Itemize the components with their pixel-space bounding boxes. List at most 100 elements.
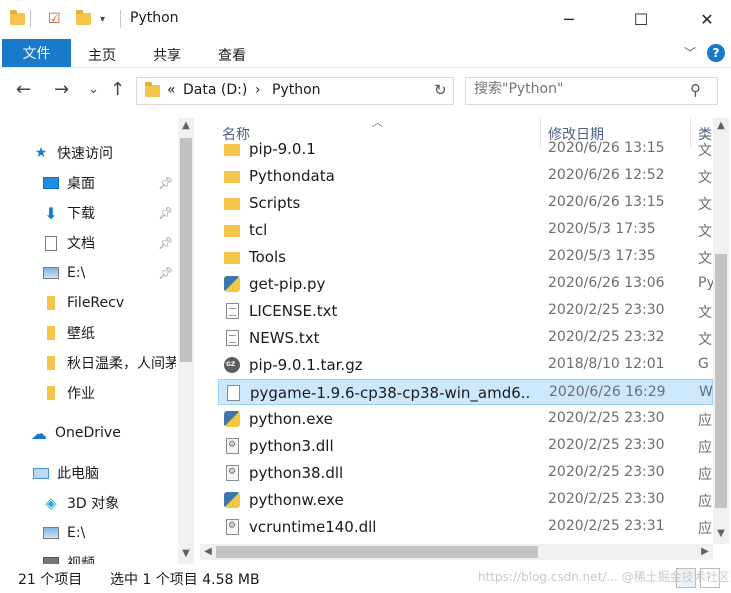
sidebar-item-homework[interactable]: 作业 — [42, 380, 95, 406]
archive-icon — [224, 357, 240, 373]
file-list-scrollbar[interactable]: ▲ ▼ — [713, 118, 729, 544]
scrollbar-thumb[interactable] — [216, 546, 538, 558]
breadcrumb-separator[interactable]: › — [255, 82, 261, 98]
address-overflow[interactable]: « — [167, 82, 176, 98]
file-name: get-pip.py — [249, 275, 326, 293]
search-input[interactable] — [474, 81, 674, 97]
file-row[interactable]: get-pip.py 2020/6/26 13:06 Py — [218, 271, 713, 297]
text-file-icon — [226, 330, 239, 346]
file-row[interactable]: Tools 2020/5/3 17:35 文 — [218, 244, 713, 270]
file-row[interactable]: python3.dll 2020/2/25 23:30 应 — [218, 433, 713, 459]
file-icon — [227, 385, 240, 401]
file-date: 2020/2/25 23:30 — [548, 410, 665, 426]
search-box[interactable]: ⚲ — [465, 77, 718, 105]
breadcrumb-python[interactable]: Python — [272, 82, 321, 98]
file-type: 文 — [698, 224, 712, 240]
file-type: 文 — [698, 305, 712, 321]
file-row[interactable]: python.exe 2020/2/25 23:30 应 — [218, 406, 713, 432]
file-name: NEWS.txt — [249, 329, 320, 347]
file-list-horizontal-scrollbar[interactable]: ◀ ▶ — [200, 544, 713, 560]
scroll-right-icon[interactable]: ▶ — [697, 546, 713, 557]
tab-file[interactable]: 文件 — [2, 39, 71, 67]
sidebar-item-pc-drive-e[interactable]: E:\ — [42, 520, 85, 546]
file-row[interactable]: pythonw.exe 2020/2/25 23:30 应 — [218, 487, 713, 513]
recent-locations-button[interactable]: ⌄ — [88, 82, 99, 97]
refresh-button[interactable]: ↻ — [434, 81, 447, 99]
file-name: Scripts — [249, 194, 301, 212]
scroll-down-icon[interactable]: ▼ — [178, 548, 194, 559]
file-row[interactable]: python38.dll 2020/2/25 23:30 应 — [218, 460, 713, 486]
back-button[interactable]: ← — [16, 79, 31, 100]
sidebar-item-onedrive[interactable]: ☁ OneDrive — [30, 420, 121, 446]
customize-quick-access-icon[interactable]: ▾ — [100, 9, 105, 29]
title-bar: ☑ ▾ Python ─ ☐ ✕ — [0, 0, 731, 38]
file-row[interactable]: pip-9.0.1 2020/6/26 13:15 文 — [218, 136, 713, 162]
file-row[interactable]: vcruntime140.dll 2020/2/25 23:31 应 — [218, 514, 713, 540]
help-button[interactable]: ? — [707, 44, 725, 62]
scroll-up-icon[interactable]: ▲ — [713, 120, 729, 131]
new-folder-icon[interactable] — [76, 9, 91, 29]
file-row[interactable]: pip-9.0.1.tar.gz 2018/8/10 12:01 G — [218, 352, 713, 378]
sidebar-item-autumn-folder[interactable]: 秋日温柔，人间茅 — [42, 350, 176, 376]
file-row[interactable]: Scripts 2020/6/26 13:15 文 — [218, 190, 713, 216]
scrollbar-thumb[interactable] — [180, 138, 192, 362]
folder-icon — [224, 171, 240, 183]
file-name: python38.dll — [249, 464, 344, 482]
sidebar-item-label: 此电脑 — [57, 466, 99, 482]
sidebar-item-3d-objects[interactable]: ◈ 3D 对象 — [42, 490, 119, 516]
minimize-button[interactable]: ─ — [546, 0, 592, 38]
scrollbar-thumb[interactable] — [715, 254, 727, 508]
sidebar-item-label: 桌面 — [67, 176, 95, 192]
sidebar-item-documents[interactable]: 文档 — [42, 230, 95, 256]
text-file-icon — [226, 303, 239, 319]
close-button[interactable]: ✕ — [684, 0, 730, 38]
navigation-pane: ★ 快速访问 桌面 📌︎ ⬇ 下载 📌︎ 文档 📌︎ E:\ 📌︎ FileRe… — [0, 116, 196, 566]
breadcrumb-data-drive[interactable]: Data (D:) — [183, 82, 247, 98]
scroll-up-icon[interactable]: ▲ — [178, 120, 194, 131]
search-icon[interactable]: ⚲ — [690, 81, 701, 99]
file-row[interactable]: LICENSE.txt 2020/2/25 23:30 文 — [218, 298, 713, 324]
maximize-button[interactable]: ☐ — [618, 0, 664, 38]
scroll-left-icon[interactable]: ◀ — [200, 546, 216, 557]
expand-ribbon-chevron-icon[interactable]: ﹀ — [684, 44, 696, 61]
file-date: 2020/6/26 16:29 — [549, 384, 666, 400]
file-type: 文 — [698, 170, 712, 186]
cloud-icon: ☁ — [31, 423, 47, 443]
pin-icon[interactable]: 📌︎ — [158, 236, 173, 250]
tab-share[interactable]: 共享 — [153, 45, 181, 65]
file-row[interactable]: NEWS.txt 2020/2/25 23:32 文 — [218, 325, 713, 351]
scroll-down-icon[interactable]: ▼ — [713, 528, 729, 539]
item-count: 21 个项目 — [18, 572, 83, 588]
sidebar-item-drive-e[interactable]: E:\ — [42, 260, 85, 286]
file-row[interactable]: Pythondata 2020/6/26 12:52 文 — [218, 163, 713, 189]
pin-icon[interactable]: 📌︎ — [158, 176, 173, 190]
file-row[interactable]: tcl 2020/5/3 17:35 文 — [218, 217, 713, 243]
sidebar-item-desktop[interactable]: 桌面 — [42, 170, 95, 196]
sidebar-item-filerecv[interactable]: FileRecv — [42, 290, 124, 316]
file-row[interactable]: pygame-1.9.6-cp38-cp38-win_amd6... 2020/6… — [218, 379, 713, 405]
sidebar-item-downloads[interactable]: ⬇ 下载 — [42, 200, 95, 226]
up-button[interactable]: ↑ — [110, 79, 125, 100]
properties-icon[interactable]: ☑ — [48, 9, 61, 29]
navigation-bar: ← → ⌄ ↑ « Data (D:) › Python ⌄ ↻ ⚲ — [0, 68, 731, 114]
file-type: 应 — [698, 467, 712, 483]
download-icon: ⬇ — [44, 203, 58, 223]
file-name: pip-9.0.1 — [249, 140, 316, 158]
file-date: 2018/8/10 12:01 — [548, 356, 665, 372]
tab-home[interactable]: 主页 — [88, 45, 116, 65]
forward-button[interactable]: → — [54, 79, 69, 100]
sidebar-scrollbar[interactable]: ▲ ▼ — [178, 118, 194, 564]
sidebar-item-this-pc[interactable]: 此电脑 — [32, 460, 99, 486]
python-file-icon — [224, 276, 240, 292]
sidebar-item-wallpaper[interactable]: 壁纸 — [42, 320, 95, 346]
address-bar[interactable]: « Data (D:) › Python ⌄ — [136, 77, 553, 105]
folder-icon — [42, 385, 60, 401]
pin-icon[interactable]: 📌︎ — [158, 266, 173, 280]
file-type: 文 — [698, 197, 712, 213]
file-name: pythonw.exe — [249, 491, 344, 509]
file-date: 2020/2/25 23:31 — [548, 518, 665, 534]
sidebar-item-quick-access[interactable]: ★ 快速访问 — [32, 140, 113, 166]
pin-icon[interactable]: 📌︎ — [158, 206, 173, 220]
tab-view[interactable]: 查看 — [218, 45, 246, 65]
sidebar-item-label: 文档 — [67, 236, 95, 252]
